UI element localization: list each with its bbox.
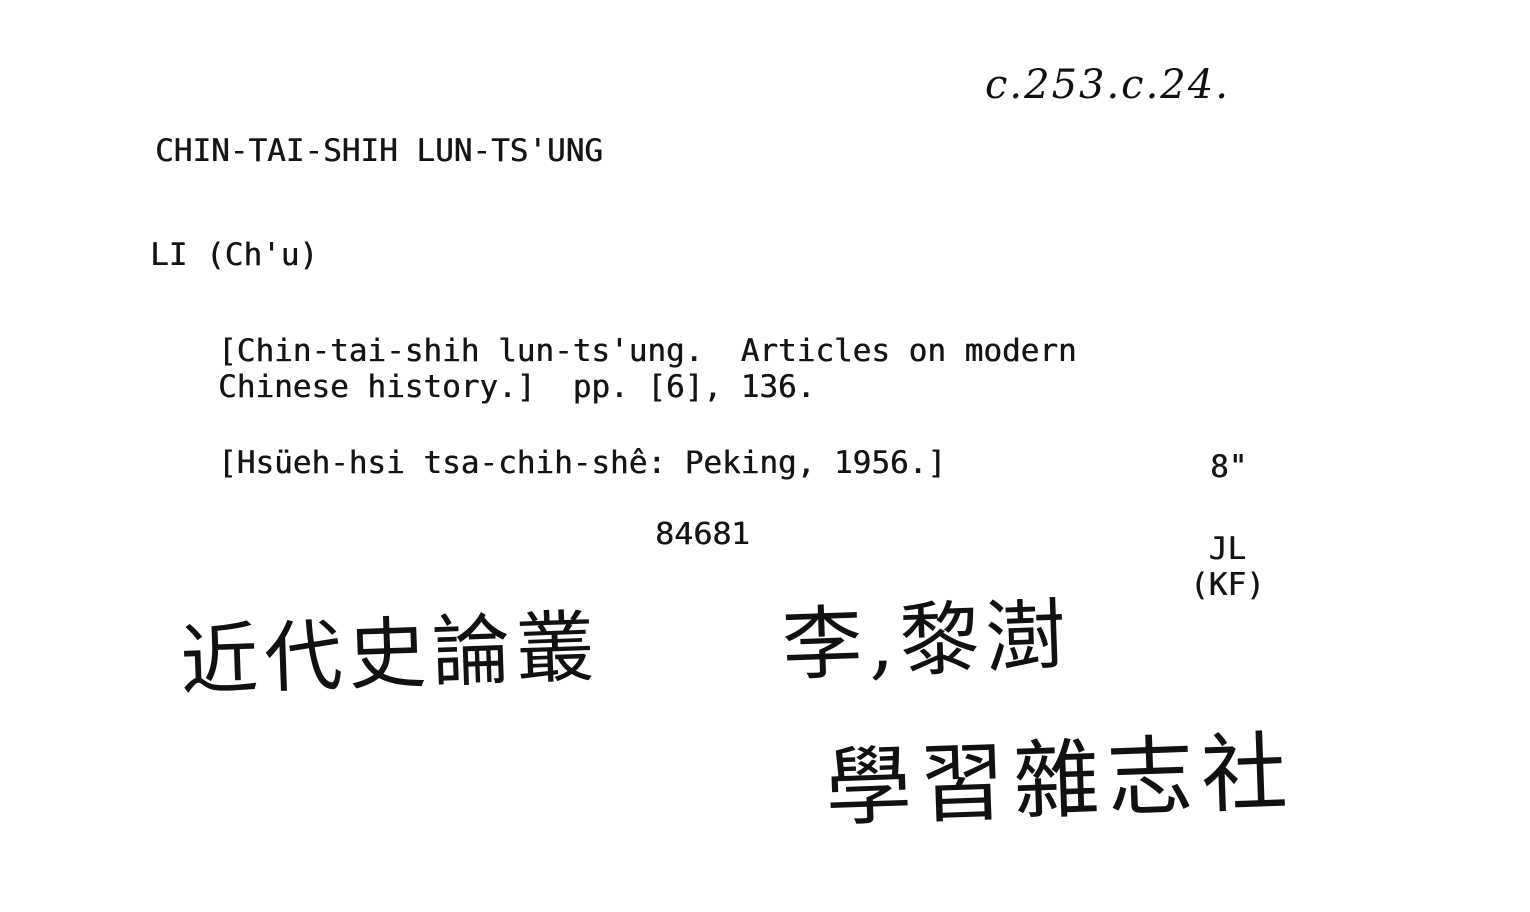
handwritten-chinese-title: 近代史論叢: [178, 602, 602, 708]
code-line: JL: [1208, 531, 1246, 567]
shelfmark: c.253.c.24.: [985, 62, 1230, 108]
size-note: 8": [1210, 449, 1248, 485]
catalogue-code: JL (KF): [1190, 531, 1265, 603]
title-line: Chinese history.] pp. [6], 136.: [218, 369, 816, 405]
title-block: [Chin-tai-shih lun-ts'ung. Articles on m…: [218, 333, 1077, 405]
title-line: [Chin-tai-shih lun-ts'ung. Articles on m…: [218, 333, 1077, 369]
accession-number: 84681: [655, 517, 751, 552]
handwritten-chinese-publisher: 學習雜志社: [823, 722, 1297, 840]
catalogue-card: c.253.c.24. CHIN-TAI-SHIH LUN-TS'UNG LI …: [0, 0, 1530, 912]
card-heading: CHIN-TAI-SHIH LUN-TS'UNG: [155, 133, 603, 169]
imprint: [Hsüeh-hsi tsa-chih-shê: Peking, 1956.]: [218, 445, 946, 481]
handwritten-chinese-author: 李,黎澍: [780, 588, 1074, 693]
author-entry: LI (Ch'u): [150, 237, 318, 273]
code-line: (KF): [1190, 567, 1265, 603]
